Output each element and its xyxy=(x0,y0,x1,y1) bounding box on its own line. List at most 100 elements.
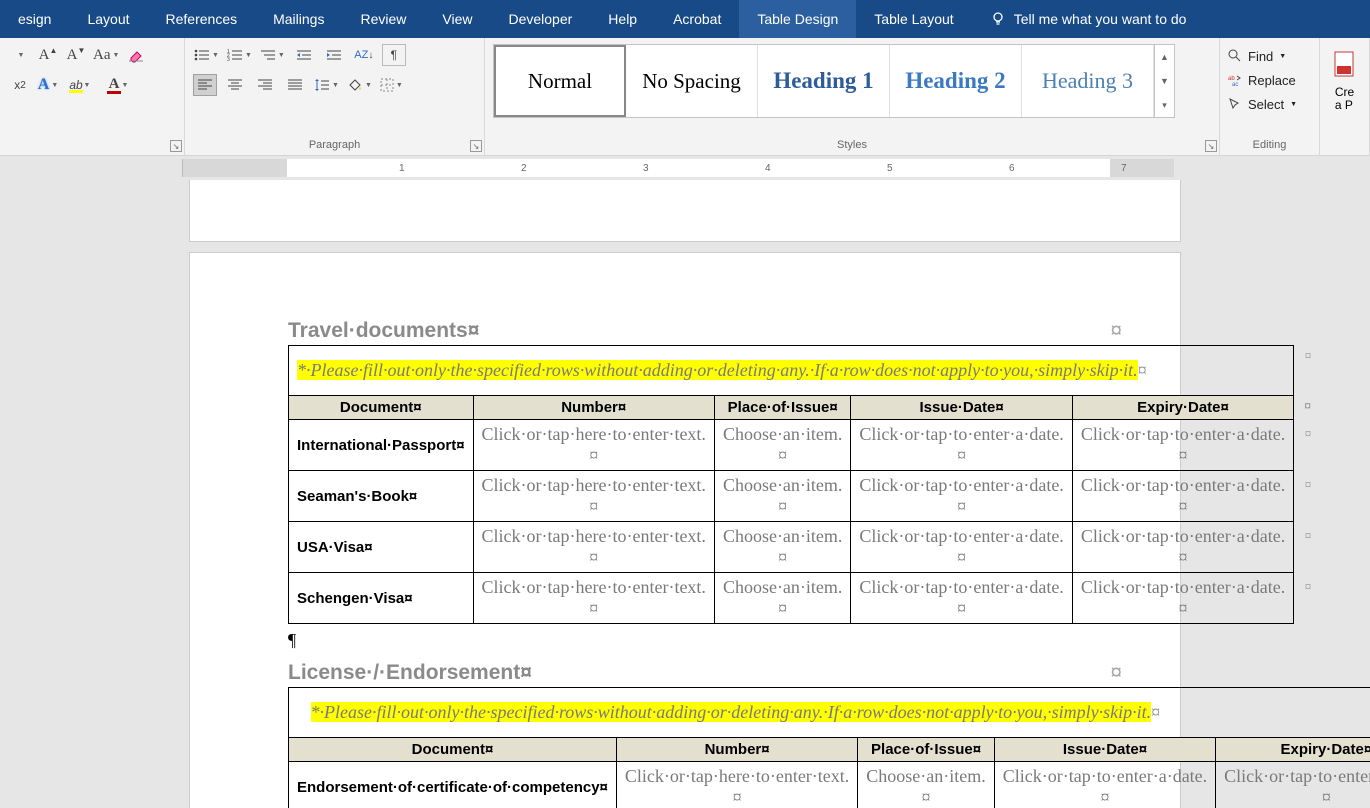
content-control-date[interactable]: Click·or·tap·to·enter·a·date.¤¤ xyxy=(1072,420,1293,471)
content-control-date[interactable]: Click·or·tap·to·enter·a·date.¤ xyxy=(851,471,1072,522)
table-row[interactable]: USA·Visa¤ Click·or·tap·here·to·enter·tex… xyxy=(289,522,1294,573)
font-color-button[interactable]: A▼ xyxy=(102,74,126,96)
shrink-font-button[interactable]: A▼ xyxy=(64,44,88,66)
multilevel-list-button[interactable]: ▼ xyxy=(259,44,286,66)
create-label-1: Cre xyxy=(1335,85,1354,99)
styles-dialog-launcher[interactable]: ↘ xyxy=(1205,140,1217,152)
eraser-icon xyxy=(128,47,144,63)
tab-design[interactable]: esign xyxy=(0,0,69,38)
bullets-button[interactable]: ▼ xyxy=(193,44,220,66)
styles-gallery: Normal No Spacing Heading 1 Heading 2 He… xyxy=(493,44,1175,118)
group-create: Cre a P xyxy=(1320,38,1370,156)
document-canvas[interactable]: Travel·documents¤ ¤ *·Please·fill·out·on… xyxy=(0,180,1370,808)
tab-help[interactable]: Help xyxy=(590,0,655,38)
ribbon: ▼ A▲ A▼ Aa▼ x2 A▼ ab▼ A▼ ↘ ▼ 123▼ xyxy=(0,38,1370,156)
align-right-button[interactable] xyxy=(253,74,277,96)
group-font: ▼ A▲ A▼ Aa▼ x2 A▼ ab▼ A▼ ↘ xyxy=(0,38,185,156)
numbering-button[interactable]: 123▼ xyxy=(226,44,253,66)
tab-table-layout[interactable]: Table Layout xyxy=(856,0,971,38)
tab-view[interactable]: View xyxy=(424,0,490,38)
content-control-dropdown[interactable]: Choose·an·item.¤ xyxy=(714,522,850,573)
style-no-spacing[interactable]: No Spacing xyxy=(626,45,758,117)
license-table[interactable]: *·Please·fill·out·only·the·specified·row… xyxy=(288,687,1370,808)
horizontal-ruler[interactable]: 1 2 3 4 5 6 7 xyxy=(182,159,1174,177)
clear-formatting-button[interactable] xyxy=(124,44,148,66)
document-page[interactable]: Travel·documents¤ ¤ *·Please·fill·out·on… xyxy=(189,252,1181,808)
show-marks-button[interactable]: ¶ xyxy=(382,44,406,66)
content-control-text[interactable]: Click·or·tap·here·to·enter·text.¤ xyxy=(473,573,714,624)
content-control-date[interactable]: Click·or·tap·to·enter·a·date.¤¤ xyxy=(1072,573,1293,624)
shading-button[interactable]: ▼ xyxy=(346,74,373,96)
content-control-text[interactable]: Click·or·tap·here·to·enter·text.¤ xyxy=(473,471,714,522)
grow-font-button[interactable]: A▲ xyxy=(36,44,60,66)
travel-documents-table[interactable]: *·Please·fill·out·only·the·specified·row… xyxy=(288,345,1294,624)
content-control-date[interactable]: Click·or·tap·to·enter·a·date.¤ xyxy=(851,420,1072,471)
change-case-button[interactable]: Aa▼ xyxy=(92,44,120,66)
tab-references[interactable]: References xyxy=(148,0,256,38)
section-license-title: License·/·Endorsement¤ ¤ xyxy=(288,661,1122,685)
gallery-down-button[interactable]: ▼ xyxy=(1155,69,1174,93)
content-control-date[interactable]: Click·or·tap·to·enter·a·date.¤ xyxy=(994,762,1215,808)
tab-layout[interactable]: Layout xyxy=(69,0,147,38)
table-row[interactable]: Seaman's·Book¤ Click·or·tap·here·to·ente… xyxy=(289,471,1294,522)
line-spacing-button[interactable]: ▼ xyxy=(313,74,340,96)
content-control-date[interactable]: Click·or·tap·to·enter·a·date.¤ xyxy=(851,573,1072,624)
subscript-button[interactable]: x2 xyxy=(8,74,32,96)
search-icon xyxy=(1228,49,1242,63)
paragraph-mark: ¶ xyxy=(288,630,1122,651)
content-control-date[interactable]: Click·or·tap·to·enter·a·date.¤¤ xyxy=(1072,471,1293,522)
gallery-up-button[interactable]: ▲ xyxy=(1155,45,1174,69)
style-heading-3[interactable]: Heading 3 xyxy=(1022,45,1154,117)
paragraph-dialog-launcher[interactable]: ↘ xyxy=(470,140,482,152)
content-control-text[interactable]: Click·or·tap·here·to·enter·text.¤ xyxy=(473,420,714,471)
th-number: Number¤ xyxy=(473,396,714,420)
style-heading-1[interactable]: Heading 1 xyxy=(758,45,890,117)
find-button[interactable]: Find▼ xyxy=(1228,44,1286,68)
content-control-dropdown[interactable]: Choose·an·item.¤ xyxy=(858,762,994,808)
ruler-area: 1 2 3 4 5 6 7 xyxy=(0,156,1370,180)
content-control-date[interactable]: Click·or·tap·to·enter·a·date.¤ xyxy=(851,522,1072,573)
select-button[interactable]: Select▼ xyxy=(1228,92,1297,116)
replace-button[interactable]: abac Replace xyxy=(1228,68,1296,92)
tell-me-label: Tell me what you want to do xyxy=(1014,11,1187,27)
borders-icon xyxy=(380,78,394,92)
borders-button[interactable]: ▼ xyxy=(379,74,404,96)
create-pdf-icon[interactable] xyxy=(1331,50,1359,80)
table-row[interactable]: Schengen·Visa¤ Click·or·tap·here·to·ente… xyxy=(289,573,1294,624)
style-normal[interactable]: Normal xyxy=(494,45,626,117)
align-center-button[interactable] xyxy=(223,74,247,96)
highlight-button[interactable]: ab▼ xyxy=(64,74,88,96)
table-row[interactable]: International·Passport¤ Click·or·tap·her… xyxy=(289,420,1294,471)
spacing-icon xyxy=(314,78,330,92)
content-control-dropdown[interactable]: Choose·an·item.¤ xyxy=(714,420,850,471)
tell-me-search[interactable]: Tell me what you want to do xyxy=(972,11,1187,27)
content-control-date[interactable]: Click·or·tap·to·enter·a·date.¤¤ xyxy=(1072,522,1293,573)
group-styles-label: Styles ↘ xyxy=(493,136,1211,154)
style-heading-2[interactable]: Heading 2 xyxy=(890,45,1022,117)
align-left-button[interactable] xyxy=(193,74,217,96)
sort-button[interactable]: AZ↓ xyxy=(352,44,376,66)
th-issue-date: Issue·Date¤ xyxy=(851,396,1072,420)
font-dialog-launcher[interactable]: ↘ xyxy=(170,140,182,152)
content-control-dropdown[interactable]: Choose·an·item.¤ xyxy=(714,573,850,624)
tab-acrobat[interactable]: Acrobat xyxy=(655,0,739,38)
justify-button[interactable] xyxy=(283,74,307,96)
group-font-label: ↘ xyxy=(8,136,176,154)
table-row[interactable]: Endorsement·of·certificate·of·competency… xyxy=(289,762,1370,808)
tab-developer[interactable]: Developer xyxy=(490,0,590,38)
gallery-expand-button[interactable]: ▾ xyxy=(1155,93,1174,117)
tab-review[interactable]: Review xyxy=(342,0,424,38)
increase-indent-button[interactable] xyxy=(322,44,346,66)
tab-mailings[interactable]: Mailings xyxy=(255,0,342,38)
font-combo-caret[interactable]: ▼ xyxy=(8,44,32,66)
multilevel-icon xyxy=(260,48,276,62)
decrease-indent-button[interactable] xyxy=(292,44,316,66)
lightbulb-icon xyxy=(990,11,1006,27)
text-effects-button[interactable]: A▼ xyxy=(36,74,60,96)
content-control-text[interactable]: Click·or·tap·here·to·enter·text.¤ xyxy=(616,762,857,808)
content-control-dropdown[interactable]: Choose·an·item.¤ xyxy=(714,471,850,522)
content-control-date[interactable]: Click·or·tap·to·enter·a·date.¤¤ xyxy=(1216,762,1370,808)
th-document: Document¤ xyxy=(289,738,617,762)
tab-table-design[interactable]: Table Design xyxy=(739,0,856,38)
content-control-text[interactable]: Click·or·tap·here·to·enter·text.¤ xyxy=(473,522,714,573)
